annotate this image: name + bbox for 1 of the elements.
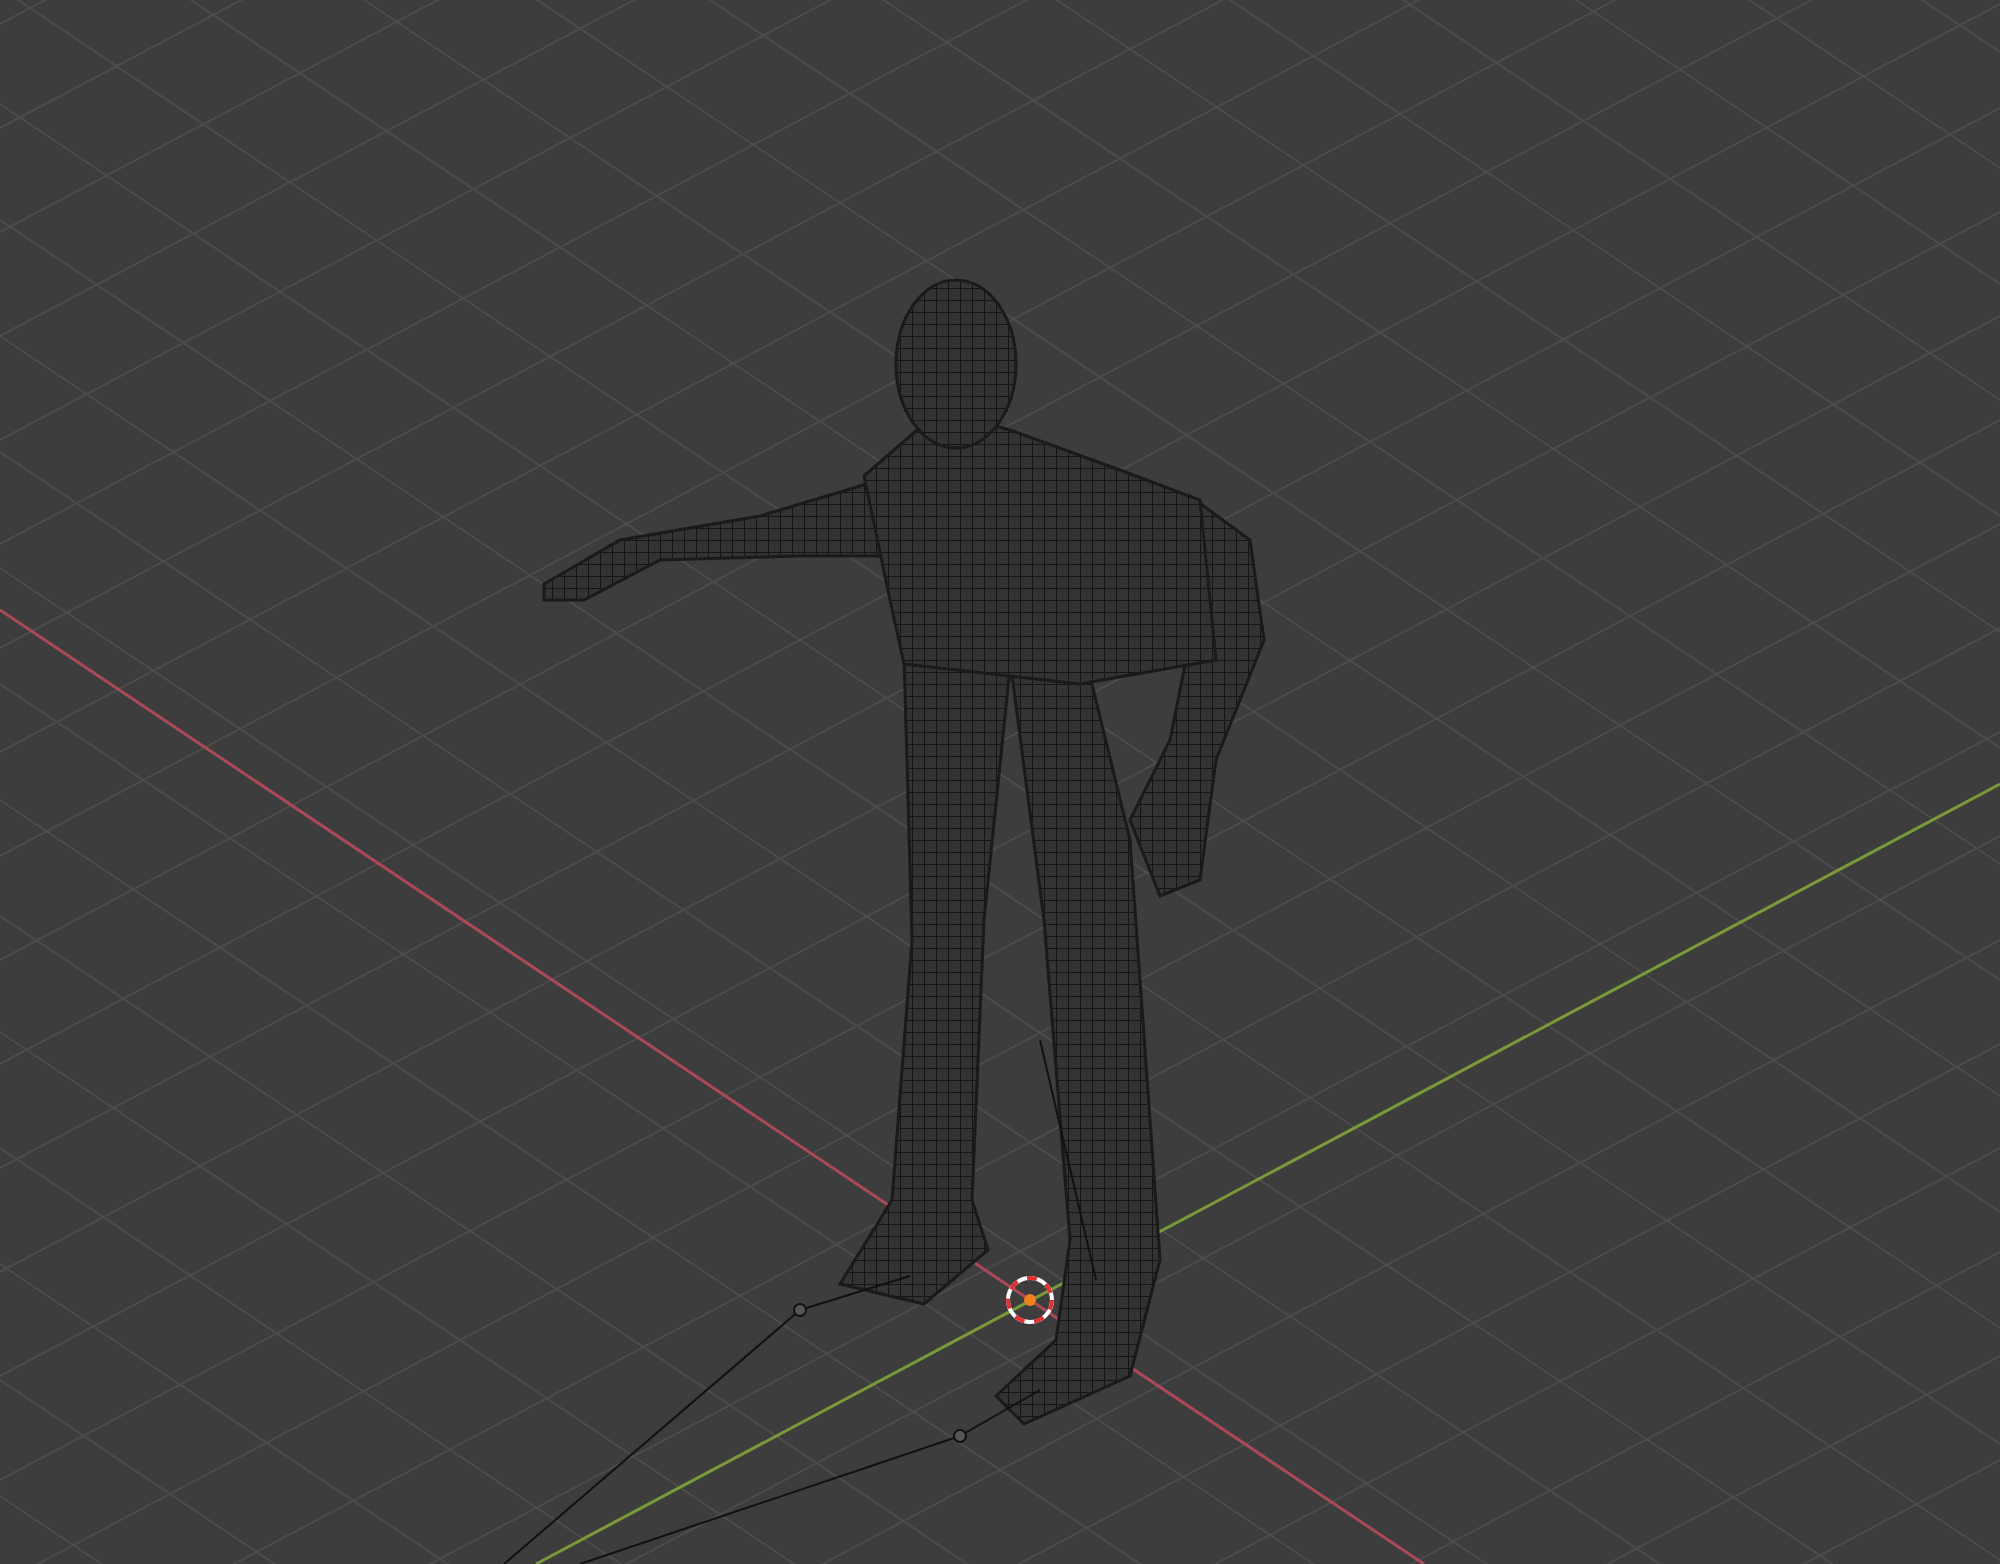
3d-cursor-icon [1006, 1276, 1054, 1324]
